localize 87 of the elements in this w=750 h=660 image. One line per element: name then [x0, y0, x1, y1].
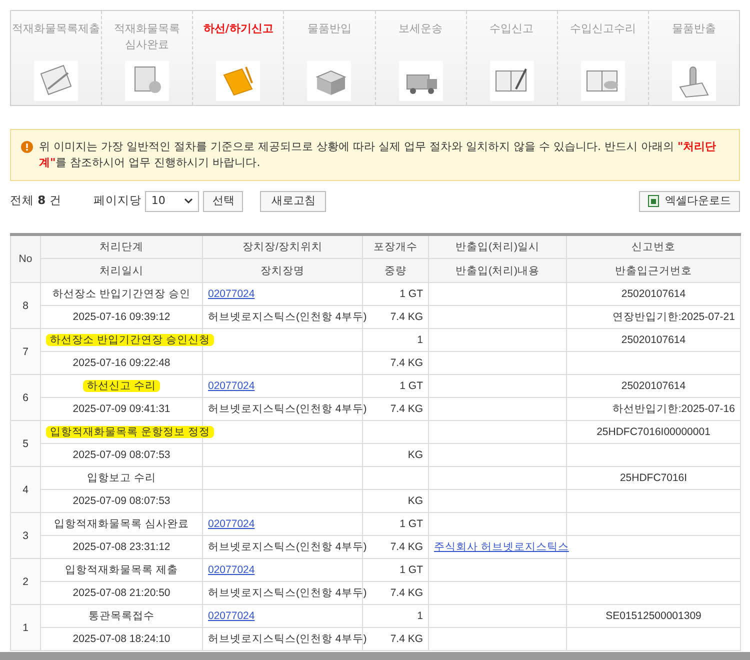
- inout-content-link[interactable]: 주식회사 허브넷로지스틱스: [434, 541, 569, 553]
- per-page-select[interactable]: 10: [145, 190, 200, 212]
- weight: 7.4 KG: [390, 541, 423, 553]
- weight: 7.4 KG: [390, 587, 423, 599]
- column-header: 반출입근거번호: [566, 258, 740, 282]
- report-number: 25HDFC7016I00000001: [596, 426, 710, 438]
- processed-datetime: 2025-07-08 23:31:12: [72, 541, 170, 553]
- step-text: 입항적재화물목록 심사완료: [53, 518, 190, 530]
- warehouse-name: 허브넷로지스틱스(인천항 4부두): [208, 541, 367, 553]
- step-icon: [490, 61, 534, 101]
- weight: 7.4 KG: [390, 403, 423, 415]
- step-icon: [398, 61, 443, 101]
- warehouse-code-link[interactable]: 02077024: [208, 380, 255, 392]
- row-number: 5: [10, 420, 40, 466]
- warehouse-code-link[interactable]: 02077024: [208, 288, 255, 300]
- per-page-label: 페이지당: [93, 192, 142, 210]
- dropdown-caret-icon: [184, 198, 194, 204]
- report-number: 25020107614: [621, 288, 686, 300]
- package-count: 1: [417, 610, 423, 622]
- excel-download-button[interactable]: 엑셀다운로드: [639, 190, 740, 212]
- column-header: 장치장/장치위치: [202, 234, 362, 258]
- package-count: 1 GT: [400, 518, 423, 530]
- report-number: 25HDFC7016I: [620, 472, 688, 484]
- warehouse-name: 허브넷로지스틱스(인천항 4부두): [208, 403, 367, 415]
- step-text: 입항적재화물목록 운항정보 정정: [46, 426, 214, 438]
- warehouse-code-link[interactable]: 02077024: [208, 610, 255, 622]
- weight: 7.4 KG: [390, 357, 423, 369]
- step-icon: [672, 61, 716, 101]
- processed-datetime: 2025-07-08 21:20:50: [72, 587, 170, 599]
- column-header: 처리단계: [40, 234, 202, 258]
- column-header: 신고번호: [566, 234, 740, 258]
- notice-text: 위 이미지는 가장 일반적인 절차를 기준으로 제공되므로 상황에 따라 실제 업무 절차와 일치하지 않을 수 있습니다. 반드시 아래의 "처리단계"를 참조하시어 업무 진행하시기 바랍니다.: [39, 139, 718, 171]
- column-header: 장치장명: [202, 258, 362, 282]
- processed-datetime: 2025-07-16 09:39:12: [72, 311, 170, 323]
- column-header: 반출입(처리)일시: [428, 234, 566, 258]
- processed-datetime: 2025-07-09 08:07:53: [72, 449, 170, 461]
- step-icon: [125, 61, 170, 101]
- step-icon: [34, 61, 78, 101]
- package-count: 1: [417, 334, 423, 346]
- weight: KG: [408, 449, 423, 461]
- warehouse-code-link[interactable]: 02077024: [208, 518, 255, 530]
- processed-datetime: 2025-07-09 08:07:53: [72, 495, 170, 507]
- step-text: 입항적재화물목록 제출: [64, 564, 179, 576]
- package-count: 1 GT: [400, 288, 423, 300]
- step-text: 입항보고 수리: [86, 472, 157, 484]
- processed-datetime: 2025-07-08 18:24:10: [72, 633, 170, 645]
- row-number: 6: [10, 374, 40, 420]
- column-header: 포장개수: [362, 234, 428, 258]
- warehouse-name: 허브넷로지스틱스(인천항 4부두): [208, 633, 367, 645]
- spreadsheet-icon: [648, 195, 659, 207]
- warning-icon: [21, 141, 33, 153]
- report-number: 25020107614: [621, 334, 686, 346]
- row-number: 7: [10, 328, 40, 374]
- warehouse-code-link[interactable]: 02077024: [208, 564, 255, 576]
- report-number: 25020107614: [621, 380, 686, 392]
- step-icon: [307, 61, 352, 101]
- weight: KG: [408, 495, 423, 507]
- weight: 7.4 KG: [390, 311, 423, 323]
- weight: 7.4 KG: [390, 633, 423, 645]
- process-step-tab[interactable]: 하선/하기신고: [193, 11, 284, 105]
- warehouse-name: 허브넷로지스틱스(인천항 4부두): [208, 587, 367, 599]
- column-header: No: [10, 234, 40, 282]
- column-header: 처리일시: [40, 258, 202, 282]
- processed-datetime: 2025-07-16 09:22:48: [72, 357, 170, 369]
- warehouse-name: 허브넷로지스틱스(인천항 4부두): [208, 311, 367, 323]
- step-icon: [216, 61, 260, 101]
- row-number: 4: [10, 466, 40, 512]
- report-number: SE01512500001309: [606, 610, 702, 622]
- basis-number: 연장반입기한:2025-07-21: [612, 311, 735, 323]
- step-text: 하선신고 수리: [83, 380, 160, 392]
- package-count: 1 GT: [400, 380, 423, 392]
- step-text: 통관목록접수: [88, 610, 156, 622]
- column-header: 반출입(처리)내용: [428, 258, 566, 282]
- basis-number: 하선반입기한:2025-07-16: [612, 403, 735, 415]
- processed-datetime: 2025-07-09 09:41:31: [72, 403, 170, 415]
- row-number: 8: [10, 282, 40, 328]
- step-text: 하선장소 반입기간연장 승인: [52, 288, 192, 300]
- refresh-button[interactable]: 새로고침: [260, 190, 326, 212]
- step-icon: [580, 61, 625, 101]
- column-header: 중량: [362, 258, 428, 282]
- row-number: 3: [10, 512, 40, 558]
- row-number: 1: [10, 604, 40, 650]
- row-number: 2: [10, 558, 40, 604]
- package-count: 1 GT: [400, 564, 423, 576]
- step-text: 하선장소 반입기간연장 승인신청: [46, 334, 214, 346]
- total-count: 전체 8 건: [10, 192, 62, 210]
- select-button[interactable]: 선택: [203, 190, 244, 212]
